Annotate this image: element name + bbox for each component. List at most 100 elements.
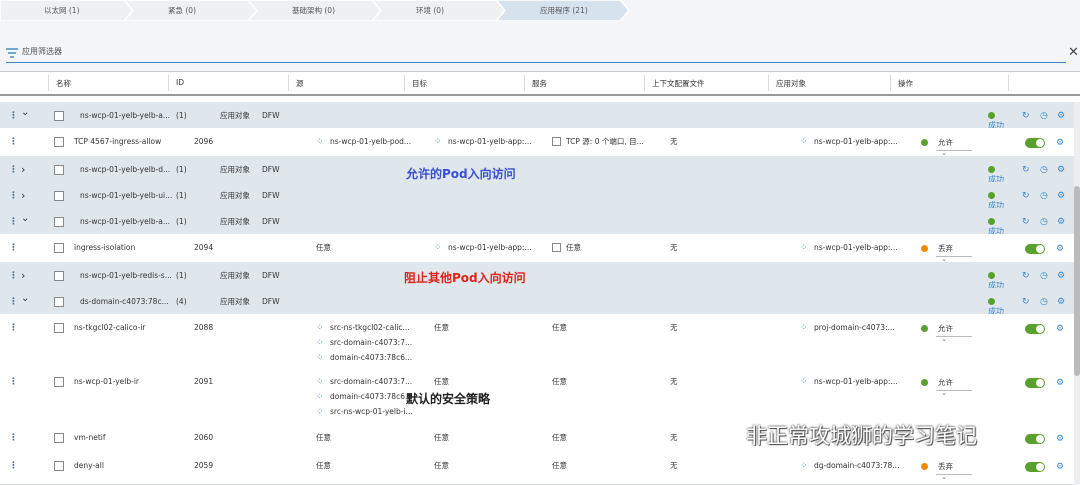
refresh-icon[interactable]: ↻ [1022, 217, 1030, 227]
source-value[interactable]: src-domain-c4073:7... [330, 338, 412, 348]
gear-icon[interactable]: ⚙ [1056, 324, 1064, 334]
gear-icon[interactable]: ⚙ [1057, 111, 1065, 121]
rule-enabled-toggle[interactable] [1025, 324, 1045, 334]
row-checkbox[interactable] [54, 165, 64, 175]
drag-handle-icon[interactable]: ⋮ [9, 243, 18, 253]
gear-icon[interactable]: ⚙ [1056, 244, 1064, 254]
drag-handle-icon[interactable]: ⋮ [9, 137, 18, 147]
column-header[interactable]: 名称 [56, 78, 71, 89]
refresh-icon[interactable]: ↻ [1022, 111, 1030, 121]
applied-to-value[interactable]: dg-domain-c4073:78... [814, 461, 899, 471]
column-divider[interactable] [168, 75, 169, 91]
applied-to-value[interactable]: proj-domain-c4073:... [814, 323, 895, 333]
column-header[interactable]: 服务 [532, 78, 547, 89]
refresh-icon[interactable]: ↻ [1022, 191, 1030, 201]
drag-handle-icon[interactable]: ⋮ [9, 323, 18, 333]
drag-handle-icon[interactable]: ⋮ [9, 217, 18, 227]
column-divider[interactable] [890, 75, 891, 91]
clock-icon[interactable]: ◷ [1040, 271, 1048, 281]
gear-icon[interactable]: ⚙ [1057, 297, 1065, 307]
chevron-right-icon[interactable]: › [21, 270, 25, 281]
column-divider[interactable] [524, 75, 525, 91]
row-checkbox[interactable] [54, 377, 64, 387]
clock-icon[interactable]: ◷ [1040, 297, 1048, 307]
chevron-right-icon[interactable]: › [21, 164, 25, 175]
breadcrumb-step-1[interactable]: 以太网 (1) [0, 0, 134, 21]
breadcrumb-step-5[interactable]: 应用程序 (21) [496, 0, 630, 21]
service-checkbox[interactable] [552, 243, 561, 252]
drag-handle-icon[interactable]: ⋮ [9, 461, 18, 471]
row-checkbox[interactable] [54, 111, 64, 121]
gear-icon[interactable]: ⚙ [1057, 217, 1065, 227]
chevron-down-icon[interactable]: ⌄ [21, 294, 29, 304]
close-icon[interactable]: ✕ [1068, 46, 1079, 59]
column-divider[interactable] [1008, 75, 1009, 91]
column-divider[interactable] [644, 75, 645, 91]
scrollbar[interactable] [1074, 102, 1080, 484]
drag-handle-icon[interactable]: ⋮ [9, 377, 18, 387]
row-checkbox[interactable] [54, 137, 64, 147]
applied-to-value[interactable]: ns-wcp-01-yelb-app:... [814, 243, 898, 253]
column-header[interactable]: 上下文配置文件 [652, 78, 705, 89]
column-divider[interactable] [768, 75, 769, 91]
gear-icon[interactable]: ⚙ [1057, 271, 1065, 281]
column-divider[interactable] [404, 75, 405, 91]
row-checkbox[interactable] [54, 271, 64, 281]
drag-handle-icon[interactable]: ⋮ [9, 271, 18, 281]
column-header[interactable]: 目标 [412, 78, 427, 89]
clock-icon[interactable]: ◷ [1040, 165, 1048, 175]
rule-enabled-toggle[interactable] [1025, 462, 1045, 472]
source-value[interactable]: ns-wcp-01-yelb-pod... [330, 137, 411, 147]
column-header[interactable]: 应用对象 [776, 78, 806, 89]
rule-enabled-toggle[interactable] [1025, 378, 1045, 388]
source-value[interactable]: src-domain-c4073:7... [330, 377, 412, 387]
breadcrumb-step-2[interactable]: 紧急 (0) [124, 0, 258, 21]
clock-icon[interactable]: ◷ [1040, 217, 1048, 227]
row-checkbox[interactable] [54, 191, 64, 201]
column-divider[interactable] [288, 75, 289, 91]
row-checkbox[interactable] [54, 323, 64, 333]
breadcrumb-step-4[interactable]: 环境 (0) [372, 0, 506, 21]
row-checkbox[interactable] [54, 433, 64, 443]
clock-icon[interactable]: ◷ [1040, 191, 1048, 201]
chevron-right-icon[interactable]: › [21, 190, 25, 201]
gear-icon[interactable]: ⚙ [1056, 462, 1064, 472]
drag-handle-icon[interactable]: ⋮ [9, 165, 18, 175]
action-dropdown[interactable]: 允许 ⌄ [938, 324, 953, 344]
column-divider[interactable] [48, 75, 49, 91]
rule-enabled-toggle[interactable] [1025, 138, 1045, 148]
filter-bar[interactable]: 应用筛选器 [6, 44, 1066, 63]
column-header[interactable]: 源 [296, 78, 304, 89]
drag-handle-icon[interactable]: ⋮ [9, 297, 18, 307]
gear-icon[interactable]: ⚙ [1056, 138, 1064, 148]
refresh-icon[interactable]: ↻ [1022, 165, 1030, 175]
source-value[interactable]: domain-c4073:78c6... [330, 353, 412, 363]
source-value[interactable]: domain-c4073:78c6... [330, 392, 412, 402]
chevron-down-icon[interactable]: ⌄ [21, 214, 29, 224]
drag-handle-icon[interactable]: ⋮ [9, 433, 18, 443]
action-dropdown[interactable]: 丢弃 ⌄ [938, 244, 953, 264]
gear-icon[interactable]: ⚙ [1057, 191, 1065, 201]
column-header[interactable]: 操作 [898, 78, 913, 89]
gear-icon[interactable]: ⚙ [1057, 165, 1065, 175]
destination-value[interactable]: ns-wcp-01-yelb-app:... [448, 137, 532, 147]
clock-icon[interactable]: ◷ [1040, 111, 1048, 121]
service-checkbox[interactable] [552, 137, 561, 146]
applied-to-value[interactable]: ns-wcp-01-yelb-app:... [814, 377, 898, 387]
rule-enabled-toggle[interactable] [1025, 244, 1045, 254]
action-dropdown[interactable]: 允许 ⌄ [938, 378, 953, 398]
drag-handle-icon[interactable]: ⋮ [9, 111, 18, 121]
action-dropdown[interactable]: 丢弃 ⌄ [938, 462, 953, 482]
row-checkbox[interactable] [54, 217, 64, 227]
action-dropdown[interactable]: 允许 ⌄ [938, 138, 953, 158]
gear-icon[interactable]: ⚙ [1056, 378, 1064, 388]
drag-handle-icon[interactable]: ⋮ [9, 191, 18, 201]
column-header[interactable]: ID [176, 78, 184, 87]
row-checkbox[interactable] [54, 243, 64, 253]
chevron-down-icon[interactable]: ⌄ [21, 108, 29, 118]
scrollbar-thumb[interactable] [1074, 186, 1080, 376]
row-checkbox[interactable] [54, 461, 64, 471]
destination-value[interactable]: ns-wcp-01-yelb-app:... [448, 243, 532, 253]
source-value[interactable]: src-ns-tkgcl02-calic... [330, 323, 410, 333]
breadcrumb-step-3[interactable]: 基础架构 (0) [248, 0, 382, 21]
